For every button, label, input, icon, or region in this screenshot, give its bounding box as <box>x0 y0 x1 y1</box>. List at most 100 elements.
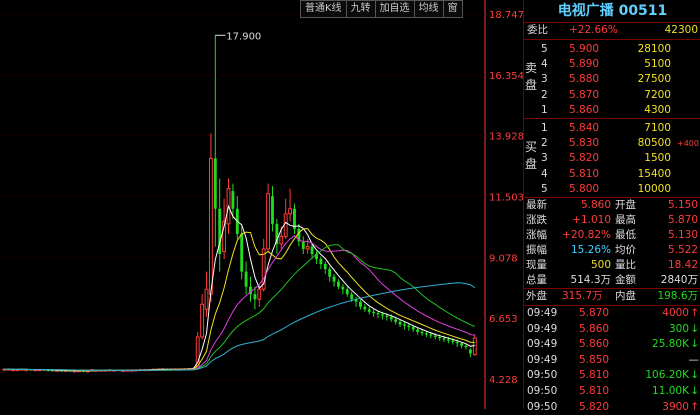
waipan-row: 外盘 315.7万 内盘 198.6万 <box>524 289 700 306</box>
tick-price: 5.820 <box>579 400 610 413</box>
tick-time: 09:50 <box>527 400 558 413</box>
stat-label: 现量 <box>526 259 547 271</box>
tick-price: 5.810 <box>579 369 610 382</box>
stat-label: 涨幅 <box>526 229 547 241</box>
candle <box>271 186 274 232</box>
tick-price: 5.870 <box>579 307 610 319</box>
stat-label: 总量 <box>526 274 547 286</box>
kline-chart[interactable]: 18.747 16.354 13.928 11.503 9.078 6.653 4.228 1… <box>0 0 523 409</box>
y-tick-label: 11.503 <box>489 193 523 204</box>
tick-row[interactable]: 09:49 5.870 4000 ↑ <box>524 306 700 322</box>
stat-value: 514.3万 <box>570 274 611 286</box>
tick-price: 5.860 <box>579 338 610 351</box>
candle <box>345 286 349 297</box>
stat-label: 量比 <box>615 259 636 271</box>
stat-label: 涨跌 <box>526 214 547 226</box>
nine-turn-button[interactable]: 九转 <box>347 1 376 17</box>
stat-value: 2840万 <box>660 274 698 286</box>
tick-time: 09:50 <box>527 384 558 397</box>
tick-row[interactable]: 09:49 5.860 300 ↓ <box>524 322 700 338</box>
ma-button[interactable]: 均线 <box>415 1 444 17</box>
stat-label: 均价 <box>615 244 636 256</box>
stats-block: 最新 5.860 开盘 5.150 涨跌 +1.010 最高 5.870 涨幅 +20.82% 最低… <box>524 198 700 289</box>
stat-row: 涨幅 +20.82% 最低 5.130 <box>524 228 700 243</box>
level-volume: 1500 <box>644 152 671 165</box>
stat-value: +1.010 <box>572 214 611 226</box>
tick-time: 09:49 <box>527 322 558 335</box>
sell-book: 卖盘 5 5.900 28100 4 5.890 5100 3 5.880 27500 2 5.87… <box>524 40 700 119</box>
kline-type-button[interactable]: 普通K线 <box>301 1 347 17</box>
buy-level-row: 5 5.800 10000 <box>524 182 700 197</box>
sell-level-row: 5 5.900 28100 <box>524 42 700 57</box>
arrow-up-icon: ↑ <box>690 400 699 413</box>
buy-level-row: 4 5.810 15400 <box>524 167 700 182</box>
ma20-line <box>4 235 475 371</box>
tick-volume: 3900 <box>662 400 689 413</box>
tick-row[interactable]: 09:49 5.850 — <box>524 353 700 369</box>
arrow-down-icon: ↓ <box>690 322 699 335</box>
tick-time: 09:49 <box>527 338 558 351</box>
weibi-row: 委比 +22.66% 42300 <box>524 23 700 40</box>
candle <box>208 133 213 302</box>
candle <box>249 276 252 302</box>
tick-volume: 106.20K <box>645 369 689 382</box>
stat-value: 15.26% <box>570 244 611 256</box>
tick-row[interactable]: 09:50 5.810 11.00K ↓ <box>524 384 700 400</box>
stat-value: 5.860 <box>580 199 611 211</box>
tick-row[interactable]: 09:50 5.820 3900 ↑ <box>524 400 700 415</box>
stat-row: 现量 500 量比 18.42 <box>524 258 700 273</box>
stat-label: 金额 <box>615 274 636 286</box>
stat-value: 5.522 <box>667 244 698 256</box>
level-number: 4 <box>541 58 548 71</box>
tick-volume: 4000 <box>662 307 689 319</box>
stat-value: 18.42 <box>667 259 698 271</box>
level-price: 5.820 <box>569 152 600 165</box>
level-price: 5.880 <box>569 73 600 86</box>
stat-value: 5.150 <box>667 199 698 211</box>
tick-price: 5.810 <box>579 384 610 397</box>
candle <box>372 309 376 317</box>
candle <box>301 236 305 255</box>
y-tick-label: 6.653 <box>489 314 518 325</box>
weibi-label: 委比 <box>527 24 548 36</box>
y-tick-label: 9.078 <box>489 253 518 264</box>
candle <box>200 294 205 340</box>
level-price: 5.800 <box>569 182 600 195</box>
level-price: 5.900 <box>569 43 600 55</box>
level-volume: 10000 <box>637 182 671 195</box>
stat-value: 500 <box>590 259 611 271</box>
tick-row[interactable]: 09:49 5.860 25.80K ↓ <box>524 337 700 353</box>
level-number: 1 <box>541 103 548 116</box>
tick-time: 09:49 <box>527 307 558 319</box>
window-button[interactable]: 窗 <box>444 1 462 17</box>
level-price: 5.810 <box>569 167 600 180</box>
arrow-down-icon: ↓ <box>690 338 699 351</box>
level-volume: 5100 <box>644 58 671 71</box>
stat-row: 最新 5.860 开盘 5.150 <box>524 198 700 213</box>
candle <box>235 196 239 239</box>
stock-title: 电视广播 00511 <box>524 0 700 23</box>
sell-level-row: 3 5.880 27500 <box>524 72 700 87</box>
stat-label: 最新 <box>526 199 547 211</box>
stat-row: 振幅 15.26% 均价 5.522 <box>524 243 700 258</box>
level-number: 3 <box>541 73 548 86</box>
neipan-label: 内盘 <box>615 290 636 302</box>
ma30-line <box>4 244 475 371</box>
level-volume: 28100 <box>637 43 671 55</box>
candle <box>328 266 332 282</box>
stat-row: 总量 514.3万 金额 2840万 <box>524 273 700 288</box>
dash-icon: — <box>688 353 700 366</box>
stat-value: 5.870 <box>667 214 698 226</box>
level-number: 3 <box>541 152 548 165</box>
add-watchlist-button[interactable]: 加自选 <box>376 1 415 17</box>
waipan-label: 外盘 <box>526 290 547 302</box>
level-price: 5.870 <box>569 88 600 101</box>
level-number: 2 <box>541 137 548 150</box>
stat-label: 振幅 <box>526 244 547 256</box>
candle <box>367 306 371 315</box>
tick-time: 09:49 <box>527 353 558 366</box>
waipan-value: 315.7万 <box>562 290 603 302</box>
tick-row[interactable]: 09:50 5.810 106.20K ↓ <box>524 368 700 384</box>
candle <box>253 286 257 310</box>
tick-list[interactable]: 09:49 5.870 4000 ↑ 09:49 5.860 300 ↓ 09:49 5.860 2… <box>524 306 700 415</box>
